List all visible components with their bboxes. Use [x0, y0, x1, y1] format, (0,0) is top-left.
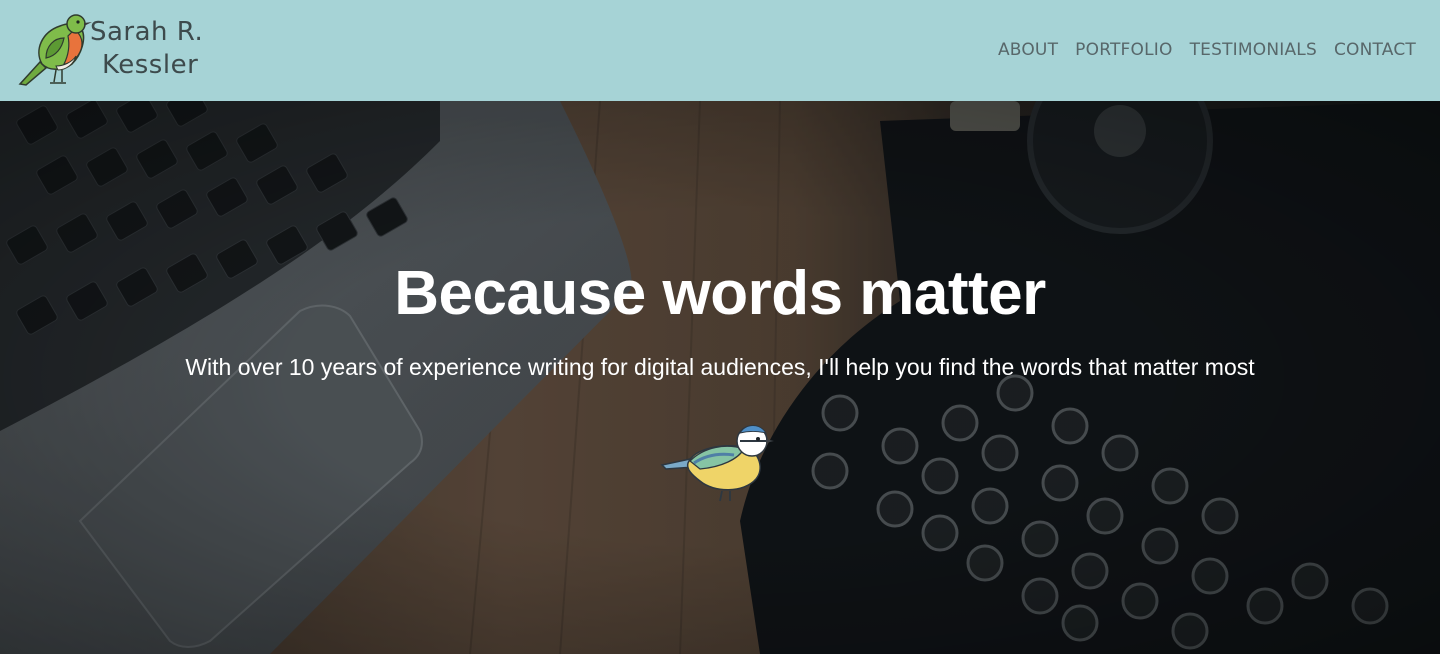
nav-about-link[interactable]: ABOUT: [998, 38, 1058, 62]
hero-subtitle: With over 10 years of experience writing…: [185, 354, 1255, 380]
site-logo[interactable]: Sarah R. Kessler: [16, 10, 226, 90]
nav-testimonials-link[interactable]: TESTIMONIALS: [1190, 38, 1317, 62]
hero-section: Because words matter With over 10 years …: [0, 101, 1440, 654]
logo-text: Sarah R. Kessler: [90, 16, 203, 82]
nav-portfolio-link[interactable]: PORTFOLIO: [1075, 38, 1172, 62]
site-header: Sarah R. Kessler ABOUT PORTFOLIO TESTIMO…: [0, 0, 1440, 101]
hero-title: Because words matter: [394, 259, 1046, 328]
robin-icon: [18, 14, 92, 86]
logo-name-line2: Kessler: [102, 50, 199, 80]
logo-name-line1: Sarah R.: [90, 17, 204, 47]
main-nav: ABOUT PORTFOLIO TESTIMONIALS CONTACT: [998, 38, 1416, 62]
blue-tit-icon: [660, 425, 774, 502]
nav-contact-link[interactable]: CONTACT: [1334, 38, 1416, 62]
